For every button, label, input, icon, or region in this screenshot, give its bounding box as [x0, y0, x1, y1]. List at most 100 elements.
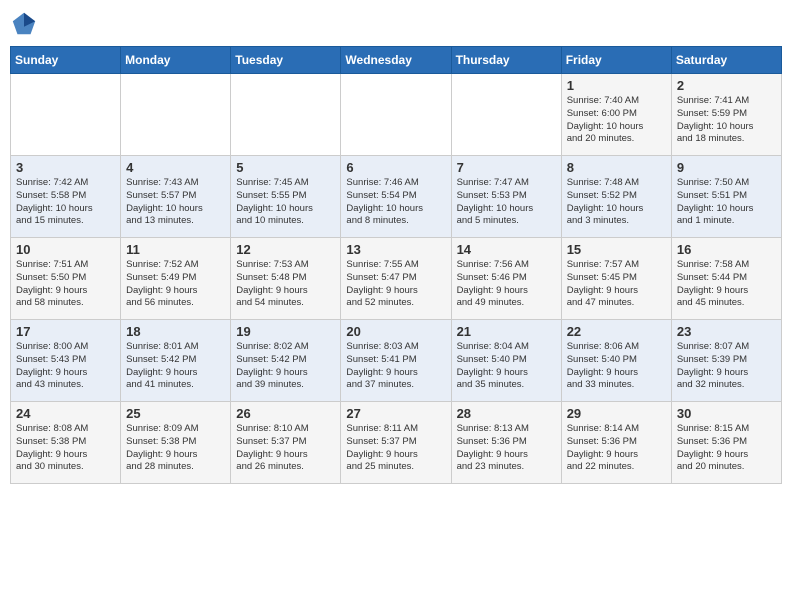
day-cell-9: 9 Sunrise: 7:50 AMSunset: 5:51 PMDaylight…: [671, 156, 781, 238]
day-number: 5: [236, 160, 335, 175]
day-cell-17: 17Sunrise: 8:00 AMSunset: 5:43 PMDayligh…: [11, 320, 121, 402]
day-cell-5: 5 Sunrise: 7:45 AMSunset: 5:55 PMDaylight…: [231, 156, 341, 238]
day-number: 25: [126, 406, 225, 421]
day-info: Sunrise: 7:57 AMSunset: 5:45 PMDaylight:…: [567, 259, 666, 310]
day-info: Sunrise: 8:03 AMSunset: 5:41 PMDaylight:…: [346, 341, 445, 392]
day-cell-10: 10 Sunrise: 7:51 AMSunset: 5:50 PMDayligh…: [11, 238, 121, 320]
day-cell-1: 1 Sunrise: 7:40 AMSunset: 6:00 PMDaylight…: [561, 74, 671, 156]
header-cell-saturday: Saturday: [671, 47, 781, 74]
day-number: 10: [16, 242, 115, 257]
day-info: Sunrise: 7:50 AMSunset: 5:51 PMDaylight:…: [677, 177, 776, 228]
day-number: 4: [126, 160, 225, 175]
day-info: Sunrise: 8:11 AMSunset: 5:37 PMDaylight:…: [346, 423, 445, 474]
day-number: 7: [457, 160, 556, 175]
day-info: Sunrise: 7:56 AMSunset: 5:46 PMDaylight:…: [457, 259, 556, 310]
day-cell-8: 8 Sunrise: 7:48 AMSunset: 5:52 PMDaylight…: [561, 156, 671, 238]
day-info: Sunrise: 7:55 AMSunset: 5:47 PMDaylight:…: [346, 259, 445, 310]
day-number: 28: [457, 406, 556, 421]
day-cell-30: 30 Sunrise: 8:15 AMSunset: 5:36 PMDayligh…: [671, 402, 781, 484]
day-number: 23: [677, 324, 776, 339]
header-cell-sunday: Sunday: [11, 47, 121, 74]
day-cell-28: 28 Sunrise: 8:13 AMSunset: 5:36 PMDayligh…: [451, 402, 561, 484]
day-number: 8: [567, 160, 666, 175]
day-cell-16: 16 Sunrise: 7:58 AMSunset: 5:44 PMDayligh…: [671, 238, 781, 320]
day-info: Sunrise: 7:47 AMSunset: 5:53 PMDaylight:…: [457, 177, 556, 228]
day-info: Sunrise: 8:07 AMSunset: 5:39 PMDaylight:…: [677, 341, 776, 392]
day-info: Sunrise: 8:15 AMSunset: 5:36 PMDaylight:…: [677, 423, 776, 474]
day-number: 3: [16, 160, 115, 175]
day-info: Sunrise: 7:51 AMSunset: 5:50 PMDaylight:…: [16, 259, 115, 310]
day-cell-23: 23 Sunrise: 8:07 AMSunset: 5:39 PMDayligh…: [671, 320, 781, 402]
day-cell-12: 12 Sunrise: 7:53 AMSunset: 5:48 PMDayligh…: [231, 238, 341, 320]
empty-cell: [11, 74, 121, 156]
day-number: 26: [236, 406, 335, 421]
day-cell-18: 18 Sunrise: 8:01 AMSunset: 5:42 PMDayligh…: [121, 320, 231, 402]
day-number: 9: [677, 160, 776, 175]
day-cell-3: 3 Sunrise: 7:42 AMSunset: 5:58 PMDaylight…: [11, 156, 121, 238]
day-info: Sunrise: 8:10 AMSunset: 5:37 PMDaylight:…: [236, 423, 335, 474]
empty-cell: [341, 74, 451, 156]
day-cell-19: 19 Sunrise: 8:02 AMSunset: 5:42 PMDayligh…: [231, 320, 341, 402]
day-info: Sunrise: 7:48 AMSunset: 5:52 PMDaylight:…: [567, 177, 666, 228]
day-number: 11: [126, 242, 225, 257]
day-number: 24: [16, 406, 115, 421]
day-info: Sunrise: 7:52 AMSunset: 5:49 PMDaylight:…: [126, 259, 225, 310]
day-info: Sunrise: 7:43 AMSunset: 5:57 PMDaylight:…: [126, 177, 225, 228]
day-info: Sunrise: 8:01 AMSunset: 5:42 PMDaylight:…: [126, 341, 225, 392]
empty-cell: [451, 74, 561, 156]
day-info: Sunrise: 8:14 AMSunset: 5:36 PMDaylight:…: [567, 423, 666, 474]
day-info: Sunrise: 8:00 AMSunset: 5:43 PMDaylight:…: [16, 341, 115, 392]
day-info: Sunrise: 7:40 AMSunset: 6:00 PMDaylight:…: [567, 95, 666, 146]
day-number: 27: [346, 406, 445, 421]
day-number: 12: [236, 242, 335, 257]
day-number: 18: [126, 324, 225, 339]
day-cell-24: 24 Sunrise: 8:08 AMSunset: 5:38 PMDayligh…: [11, 402, 121, 484]
day-info: Sunrise: 8:09 AMSunset: 5:38 PMDaylight:…: [126, 423, 225, 474]
week-row-5: 24 Sunrise: 8:08 AMSunset: 5:38 PMDayligh…: [11, 402, 782, 484]
day-number: 13: [346, 242, 445, 257]
day-number: 29: [567, 406, 666, 421]
day-info: Sunrise: 7:53 AMSunset: 5:48 PMDaylight:…: [236, 259, 335, 310]
day-info: Sunrise: 7:45 AMSunset: 5:55 PMDaylight:…: [236, 177, 335, 228]
day-number: 6: [346, 160, 445, 175]
header-cell-thursday: Thursday: [451, 47, 561, 74]
day-cell-6: 6 Sunrise: 7:46 AMSunset: 5:54 PMDaylight…: [341, 156, 451, 238]
day-number: 19: [236, 324, 335, 339]
day-cell-21: 21Sunrise: 8:04 AMSunset: 5:40 PMDayligh…: [451, 320, 561, 402]
day-cell-25: 25 Sunrise: 8:09 AMSunset: 5:38 PMDayligh…: [121, 402, 231, 484]
day-number: 30: [677, 406, 776, 421]
logo: [10, 10, 42, 38]
day-number: 1: [567, 78, 666, 93]
day-number: 16: [677, 242, 776, 257]
day-number: 20: [346, 324, 445, 339]
day-cell-4: 4 Sunrise: 7:43 AMSunset: 5:57 PMDaylight…: [121, 156, 231, 238]
day-info: Sunrise: 7:46 AMSunset: 5:54 PMDaylight:…: [346, 177, 445, 228]
day-info: Sunrise: 8:13 AMSunset: 5:36 PMDaylight:…: [457, 423, 556, 474]
day-number: 2: [677, 78, 776, 93]
empty-cell: [121, 74, 231, 156]
logo-icon: [10, 10, 38, 38]
day-cell-15: 15 Sunrise: 7:57 AMSunset: 5:45 PMDayligh…: [561, 238, 671, 320]
day-cell-27: 27 Sunrise: 8:11 AMSunset: 5:37 PMDayligh…: [341, 402, 451, 484]
day-cell-29: 29 Sunrise: 8:14 AMSunset: 5:36 PMDayligh…: [561, 402, 671, 484]
header-cell-tuesday: Tuesday: [231, 47, 341, 74]
header-row: SundayMondayTuesdayWednesdayThursdayFrid…: [11, 47, 782, 74]
header-cell-friday: Friday: [561, 47, 671, 74]
day-info: Sunrise: 7:58 AMSunset: 5:44 PMDaylight:…: [677, 259, 776, 310]
header-cell-wednesday: Wednesday: [341, 47, 451, 74]
day-info: Sunrise: 7:42 AMSunset: 5:58 PMDaylight:…: [16, 177, 115, 228]
day-info: Sunrise: 8:08 AMSunset: 5:38 PMDaylight:…: [16, 423, 115, 474]
day-cell-14: 14Sunrise: 7:56 AMSunset: 5:46 PMDayligh…: [451, 238, 561, 320]
day-cell-22: 22 Sunrise: 8:06 AMSunset: 5:40 PMDayligh…: [561, 320, 671, 402]
day-info: Sunrise: 8:02 AMSunset: 5:42 PMDaylight:…: [236, 341, 335, 392]
day-number: 22: [567, 324, 666, 339]
day-cell-26: 26 Sunrise: 8:10 AMSunset: 5:37 PMDayligh…: [231, 402, 341, 484]
day-number: 15: [567, 242, 666, 257]
day-cell-13: 13 Sunrise: 7:55 AMSunset: 5:47 PMDayligh…: [341, 238, 451, 320]
day-info: Sunrise: 7:41 AMSunset: 5:59 PMDaylight:…: [677, 95, 776, 146]
day-info: Sunrise: 8:06 AMSunset: 5:40 PMDaylight:…: [567, 341, 666, 392]
day-cell-7: 7 Sunrise: 7:47 AMSunset: 5:53 PMDaylight…: [451, 156, 561, 238]
day-cell-2: 2 Sunrise: 7:41 AMSunset: 5:59 PMDaylight…: [671, 74, 781, 156]
empty-cell: [231, 74, 341, 156]
week-row-4: 17Sunrise: 8:00 AMSunset: 5:43 PMDayligh…: [11, 320, 782, 402]
